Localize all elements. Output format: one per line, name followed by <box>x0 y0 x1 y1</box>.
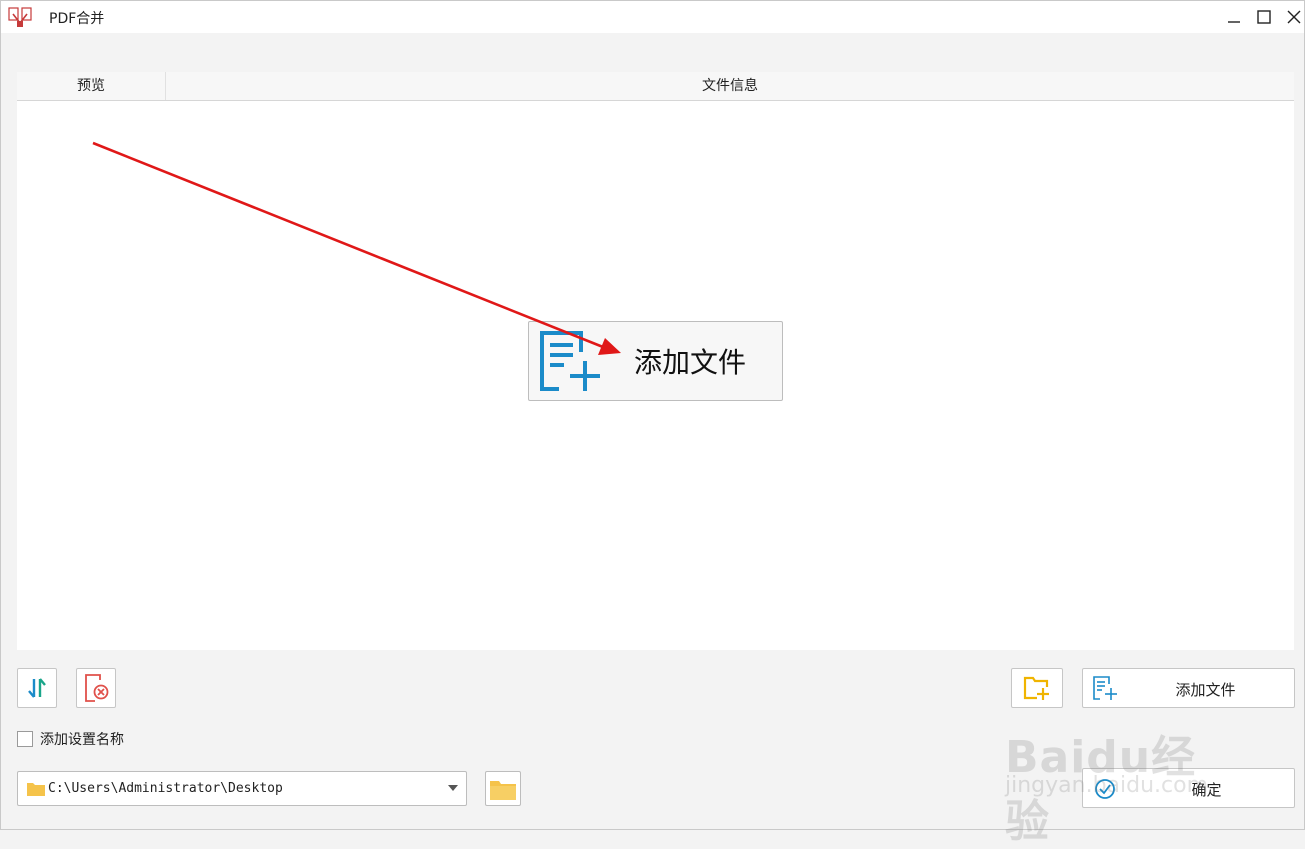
file-list-header: 预览 文件信息 <box>17 72 1294 101</box>
folder-icon <box>490 780 516 800</box>
center-add-file-button[interactable]: 添加文件 <box>528 321 783 401</box>
chevron-down-icon <box>448 785 458 791</box>
center-add-file-label: 添加文件 <box>634 346 747 379</box>
window-title: PDF合并 <box>49 11 105 27</box>
pdf-merge-window: PDF合并 预览 文件信息 添加文件 添加文件 添加设置名称 C:\Users\… <box>0 0 1305 847</box>
browse-folder-button[interactable] <box>485 771 521 806</box>
column-preview[interactable]: 预览 <box>17 72 166 100</box>
minimize-icon <box>1228 21 1240 23</box>
column-file-info[interactable]: 文件信息 <box>166 72 1294 100</box>
folder-icon <box>27 783 45 796</box>
add-settings-name-checkbox[interactable] <box>17 731 33 747</box>
confirm-label: 确定 <box>1191 781 1222 799</box>
close-button[interactable] <box>1279 3 1305 31</box>
add-settings-name-option[interactable]: 添加设置名称 <box>17 729 124 749</box>
close-icon <box>1287 10 1301 24</box>
output-path-value: C:\Users\Administrator\Desktop <box>48 781 283 796</box>
add-file-icon <box>540 331 600 391</box>
add-folder-icon <box>1023 676 1049 700</box>
delete-file-button[interactable] <box>76 668 116 708</box>
file-list-panel: 预览 文件信息 添加文件 <box>17 72 1294 650</box>
app-icon <box>8 7 32 27</box>
add-folder-button[interactable] <box>1011 668 1063 708</box>
delete-file-icon <box>85 674 109 702</box>
title-bar: PDF合并 <box>1 1 1304 33</box>
confirm-button[interactable]: 确定 <box>1082 768 1295 808</box>
output-path-select[interactable]: C:\Users\Administrator\Desktop <box>17 771 467 806</box>
sort-icon <box>28 678 46 698</box>
add-file-label: 添加文件 <box>1175 681 1236 699</box>
maximize-button[interactable] <box>1249 3 1279 31</box>
add-settings-name-label: 添加设置名称 <box>40 732 124 748</box>
sort-button[interactable] <box>17 668 57 708</box>
maximize-icon <box>1257 10 1271 24</box>
add-file-button[interactable]: 添加文件 <box>1082 668 1295 708</box>
minimize-button[interactable] <box>1219 3 1249 31</box>
